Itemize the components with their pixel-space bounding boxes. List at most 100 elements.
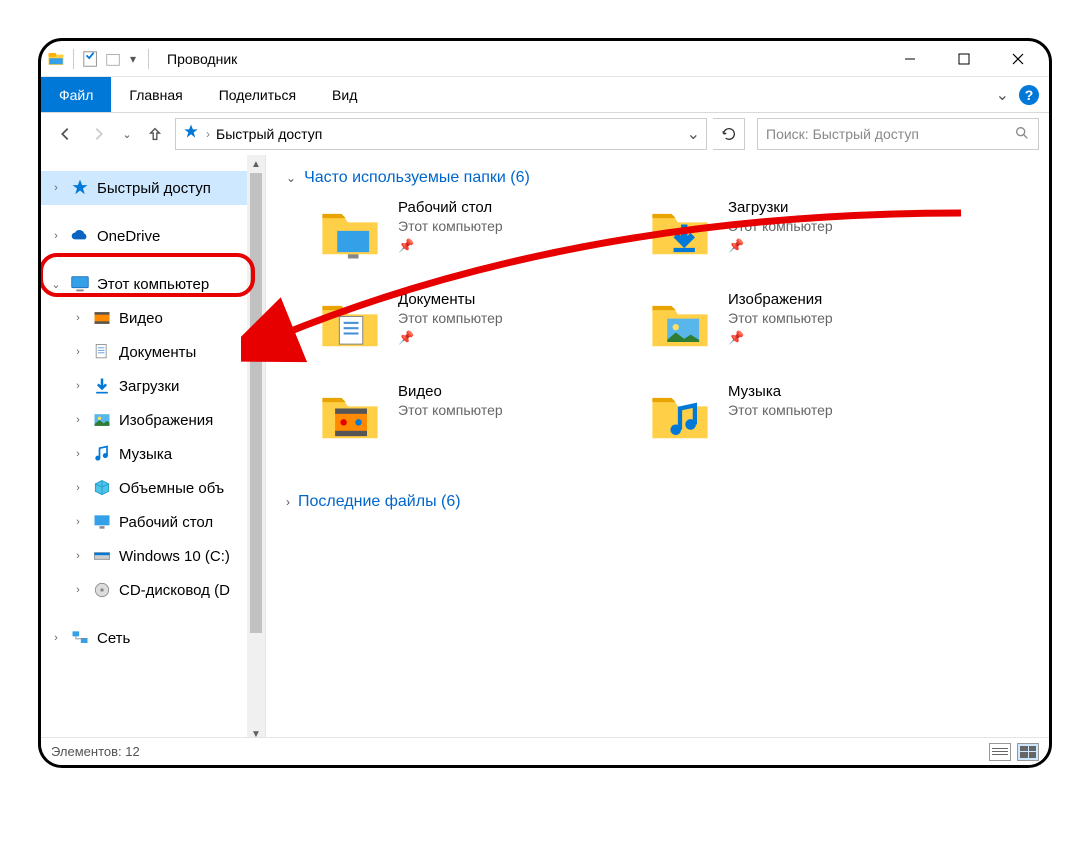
- tile-name: Загрузки: [728, 199, 833, 216]
- view-details-icon[interactable]: [989, 743, 1011, 761]
- sidebar-label: Сеть: [97, 630, 130, 647]
- nav-up-button[interactable]: [141, 120, 169, 148]
- nav-history-dropdown[interactable]: ⌄: [119, 120, 135, 148]
- nav-back-button[interactable]: [51, 120, 79, 148]
- sidebar-label: Музыка: [119, 446, 172, 463]
- explorer-window: ▾ Проводник Файл Главная Поделиться Вид …: [38, 38, 1052, 768]
- tile-videos[interactable]: Видео Этот компьютер: [316, 383, 616, 463]
- expand-icon[interactable]: ›: [71, 516, 85, 528]
- frequent-folders-header[interactable]: ⌄ Часто используемые папки (6): [286, 169, 1029, 187]
- recent-files-header[interactable]: › Последние файлы (6): [286, 493, 1029, 511]
- sidebar-scrollbar[interactable]: ▲ ▼: [247, 155, 265, 743]
- expand-icon[interactable]: ›: [71, 584, 85, 596]
- sidebar-item-downloads[interactable]: › Загрузки: [41, 369, 265, 403]
- tile-music[interactable]: Музыка Этот компьютер: [646, 383, 946, 463]
- expand-icon[interactable]: ›: [71, 346, 85, 358]
- collapse-icon[interactable]: ⌄: [49, 278, 63, 291]
- tile-location: Этот компьютер: [398, 310, 503, 326]
- address-dropdown-icon[interactable]: ⌄: [687, 124, 700, 144]
- search-box[interactable]: Поиск: Быстрый доступ: [757, 118, 1039, 150]
- tile-location: Этот компьютер: [398, 402, 503, 418]
- tab-home[interactable]: Главная: [111, 77, 200, 112]
- ribbon-tabs: Файл Главная Поделиться Вид ⌄ ?: [41, 77, 1049, 113]
- separator: [148, 49, 149, 69]
- chevron-right-icon[interactable]: ›: [286, 495, 290, 509]
- breadcrumb-separator-icon[interactable]: ›: [206, 127, 210, 141]
- this-pc-icon: [69, 273, 91, 295]
- quick-access-star-icon: [69, 177, 91, 199]
- qa-properties-icon[interactable]: [82, 50, 100, 68]
- chevron-down-icon[interactable]: ⌄: [286, 171, 296, 185]
- address-location[interactable]: Быстрый доступ: [216, 126, 322, 142]
- status-bar: Элементов: 12: [41, 737, 1049, 765]
- expand-icon[interactable]: ›: [71, 312, 85, 324]
- expand-icon[interactable]: ›: [71, 414, 85, 426]
- item-count: Элементов: 12: [51, 744, 140, 759]
- pin-icon: 📌: [398, 238, 503, 254]
- help-icon[interactable]: ?: [1019, 85, 1039, 105]
- sidebar-label: Изображения: [119, 412, 213, 429]
- sidebar-item-desktop[interactable]: › Рабочий стол: [41, 505, 265, 539]
- 3d-objects-icon: [91, 477, 113, 499]
- sidebar-item-pictures[interactable]: › Изображения: [41, 403, 265, 437]
- scroll-thumb[interactable]: [250, 173, 262, 633]
- address-bar[interactable]: › Быстрый доступ ⌄: [175, 118, 707, 150]
- drive-icon: [91, 545, 113, 567]
- expand-icon[interactable]: ›: [49, 632, 63, 644]
- sidebar-item-onedrive[interactable]: › OneDrive: [41, 219, 265, 253]
- tile-documents[interactable]: Документы Этот компьютер 📌: [316, 291, 616, 371]
- tile-downloads[interactable]: Загрузки Этот компьютер 📌: [646, 199, 946, 279]
- sidebar-label: Загрузки: [119, 378, 179, 395]
- section-title: Последние файлы (6): [298, 493, 461, 511]
- close-button[interactable]: [991, 41, 1045, 77]
- navigation-pane: › Быстрый доступ › OneDrive ⌄ Этот компь…: [41, 155, 266, 743]
- expand-icon[interactable]: ›: [49, 182, 63, 194]
- sidebar-item-3d-objects[interactable]: › Объемные объ: [41, 471, 265, 505]
- tile-pictures[interactable]: Изображения Этот компьютер 📌: [646, 291, 946, 371]
- body: › Быстрый доступ › OneDrive ⌄ Этот компь…: [41, 155, 1049, 743]
- tile-location: Этот компьютер: [398, 218, 503, 234]
- sidebar-item-drive-cd[interactable]: › CD-дисковод (D: [41, 573, 265, 607]
- sidebar-label: Рабочий стол: [119, 514, 213, 531]
- qa-dropdown-icon[interactable]: ▾: [126, 52, 140, 66]
- tab-file[interactable]: Файл: [41, 77, 111, 112]
- documents-folder-icon: [316, 291, 384, 359]
- expand-icon[interactable]: ›: [71, 380, 85, 392]
- sidebar-item-documents[interactable]: › Документы: [41, 335, 265, 369]
- maximize-button[interactable]: [937, 41, 991, 77]
- sidebar-item-this-pc[interactable]: ⌄ Этот компьютер: [41, 267, 265, 301]
- view-large-icons-icon[interactable]: [1017, 743, 1039, 761]
- section-title: Часто используемые папки (6): [304, 169, 530, 187]
- window-title: Проводник: [167, 51, 237, 67]
- videos-folder-icon: [316, 383, 384, 451]
- minimize-button[interactable]: [883, 41, 937, 77]
- sidebar-item-drive-c[interactable]: › Windows 10 (C:): [41, 539, 265, 573]
- qa-newfolder-icon[interactable]: [104, 50, 122, 68]
- sidebar-label: Объемные объ: [119, 480, 224, 497]
- sidebar-item-music[interactable]: › Музыка: [41, 437, 265, 471]
- expand-icon[interactable]: ›: [71, 448, 85, 460]
- desktop-folder-icon: [316, 199, 384, 267]
- ribbon-expand-icon[interactable]: ⌄: [996, 85, 1009, 105]
- content-pane: ⌄ Часто используемые папки (6) Рабочий с…: [266, 155, 1049, 743]
- sidebar-item-network[interactable]: › Сеть: [41, 621, 265, 655]
- expand-icon[interactable]: ›: [71, 482, 85, 494]
- explorer-icon: [47, 50, 65, 68]
- scroll-up-icon[interactable]: ▲: [247, 155, 265, 173]
- tile-desktop[interactable]: Рабочий стол Этот компьютер 📌: [316, 199, 616, 279]
- tab-share[interactable]: Поделиться: [201, 77, 314, 112]
- sidebar-item-quick-access[interactable]: › Быстрый доступ: [41, 171, 265, 205]
- search-placeholder: Поиск: Быстрый доступ: [766, 126, 1014, 142]
- nav-forward-button[interactable]: [85, 120, 113, 148]
- expand-icon[interactable]: ›: [71, 550, 85, 562]
- sidebar-item-videos[interactable]: › Видео: [41, 301, 265, 335]
- tile-name: Документы: [398, 291, 503, 308]
- tile-name: Рабочий стол: [398, 199, 503, 216]
- downloads-folder-icon: [646, 199, 714, 267]
- expand-icon[interactable]: ›: [49, 230, 63, 242]
- tile-location: Этот компьютер: [728, 218, 833, 234]
- sidebar-label: CD-дисковод (D: [119, 582, 230, 599]
- refresh-button[interactable]: [713, 118, 745, 150]
- tab-view[interactable]: Вид: [314, 77, 375, 112]
- pin-icon: 📌: [728, 330, 833, 346]
